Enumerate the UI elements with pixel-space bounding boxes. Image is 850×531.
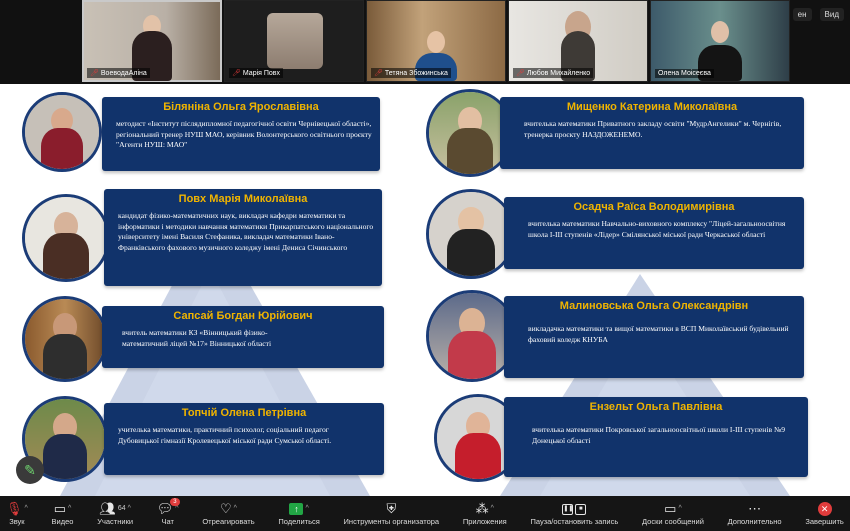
- speaker-photo: [22, 296, 108, 382]
- shared-screen-slide: Біляніна Ольга Ярославівна методист «Інс…: [0, 84, 850, 496]
- muted-mic-icon: 🎤︎: [232, 70, 241, 77]
- pause-icon[interactable]: ❚❚: [562, 503, 573, 515]
- heart-icon: ♡: [220, 501, 232, 516]
- participant-name: Олена Моісеєва: [655, 69, 714, 78]
- chevron-up-icon[interactable]: ^: [491, 501, 494, 517]
- more-button[interactable]: ⋯ Дополнительно: [728, 496, 782, 531]
- participant-tile[interactable]: Олена Моісеєва: [650, 0, 790, 82]
- pause-stop-recording-button[interactable]: ❚❚ ■ Пауза/остановить запись: [530, 496, 618, 531]
- speaker-photo: [426, 189, 516, 279]
- participants-icon: 👥︎: [99, 501, 116, 516]
- participant-gallery-strip: 🎤︎ ВоеводаАліна 🎤︎ Марія Повх 🎤︎ Тетяна Збо…: [0, 0, 850, 84]
- participant-tile[interactable]: 🎤︎ Любов Михайленко: [508, 0, 648, 82]
- view-option[interactable]: ен: [792, 8, 812, 21]
- video-camera-icon: ▭: [53, 501, 66, 516]
- chevron-up-icon[interactable]: ^: [128, 501, 131, 517]
- speaker-description: методист «Інститут післядипломної педаго…: [116, 119, 372, 149]
- participant-name: 🎤︎ Любов Михайленко: [513, 68, 594, 78]
- speaker-description: вчителька математики Покровської загальн…: [532, 425, 785, 445]
- speaker-card: Ензельт Ольга Павлівна вчителька математ…: [504, 397, 808, 477]
- speaker-card: Осадча Раїса Володимирівна вчителька мат…: [504, 197, 804, 269]
- speaker-card: Повх Марія Миколаївна кандидат фізико-ма…: [104, 189, 382, 286]
- share-screen-button[interactable]: ↑ ^ Поделиться: [278, 496, 320, 531]
- participant-name: 🎤︎ Марія Повх: [229, 68, 284, 78]
- shield-icon: ⛨: [386, 501, 397, 516]
- more-dots-icon: ⋯: [748, 501, 762, 516]
- whiteboards-button[interactable]: ▭ ^ Доски сообщений: [642, 496, 704, 531]
- annotate-pencil-icon[interactable]: ✎: [16, 456, 44, 484]
- audio-button[interactable]: 🎙︎ ^ Звук: [6, 496, 28, 531]
- speaker-name: Осадча Раїса Володимирівна: [573, 201, 735, 213]
- speaker-description: кандидат фізико-математичних наук, викла…: [118, 211, 374, 252]
- participants-count: 64: [117, 505, 126, 512]
- speaker-name: Топчій Олена Петрівна: [181, 407, 307, 419]
- end-meeting-button[interactable]: ✕ Завершить: [805, 496, 844, 531]
- chevron-up-icon[interactable]: ^: [25, 501, 28, 517]
- speaker-photo: [22, 92, 102, 172]
- speaker-name: Сапсай Богдан Юрійович: [173, 310, 313, 322]
- chevron-up-icon[interactable]: ^: [68, 501, 71, 517]
- participant-name: 🎤︎ Тетяна Збожинська: [371, 68, 451, 78]
- speaker-description: вчителька математики Приватного закладу …: [524, 119, 782, 139]
- speaker-name: Малиновська Ольга Олександрівн: [559, 300, 749, 312]
- react-button[interactable]: ♡ ^ Отреагировать: [202, 496, 254, 531]
- chevron-up-icon[interactable]: ^: [305, 501, 308, 517]
- chat-button[interactable]: 💬︎ ^ 3 Чат: [157, 496, 180, 531]
- meeting-toolbar: 🎙︎ ^ Звук ▭ ^ Видео 👥︎ 64 ^ Участники 💬︎ ^ 3 …: [0, 496, 850, 531]
- speaker-description: вчитель математики КЗ «Вінницький фізико…: [122, 328, 272, 348]
- speaker-description: викладачка математики та вищої математик…: [528, 324, 789, 344]
- speaker-description: учителька математики, практичний психоло…: [118, 425, 332, 445]
- muted-mic-icon: 🎤︎: [516, 70, 525, 77]
- chevron-up-icon[interactable]: ^: [234, 501, 237, 517]
- speaker-photo: [22, 194, 110, 282]
- close-icon: ✕: [817, 502, 832, 516]
- participant-tile[interactable]: 🎤︎ Марія Повх: [224, 0, 364, 82]
- participants-button[interactable]: 👥︎ 64 ^ Участники: [97, 496, 133, 531]
- participant-name: 🎤︎ ВоеводаАліна: [87, 68, 150, 78]
- share-screen-icon: ↑: [289, 503, 304, 515]
- zoom-meeting-window: 🎤︎ ВоеводаАліна 🎤︎ Марія Повх 🎤︎ Тетяна Збо…: [0, 0, 850, 531]
- participant-tile[interactable]: 🎤︎ ВоеводаАліна: [82, 0, 222, 82]
- speaker-description: вчителька математики Навчально-виховного…: [528, 219, 786, 239]
- speaker-name: Біляніна Ольга Ярославівна: [163, 101, 319, 113]
- whiteboard-icon: ▭: [664, 501, 677, 516]
- stop-icon[interactable]: ■: [575, 503, 587, 515]
- speaker-card: Мищенко Катерина Миколаївна вчителька ма…: [500, 97, 804, 169]
- speaker-card: Сапсай Богдан Юрійович вчитель математик…: [102, 306, 384, 368]
- apps-grid-icon: ⁂: [475, 501, 489, 516]
- host-tools-button[interactable]: ⛨ Инструменты организатора: [344, 496, 440, 531]
- video-button[interactable]: ▭ ^ Видео: [52, 496, 74, 531]
- speaker-card: Біляніна Ольга Ярославівна методист «Інс…: [102, 97, 380, 171]
- muted-mic-icon: 🎙︎: [6, 501, 23, 516]
- apps-button[interactable]: ⁂ ^ Приложения: [463, 496, 507, 531]
- view-button[interactable]: Вид: [819, 8, 844, 21]
- chevron-up-icon[interactable]: ^: [678, 501, 681, 517]
- chat-unread-badge: 3: [170, 498, 180, 506]
- speaker-name: Ензельт Ольга Павлівна: [589, 401, 723, 413]
- participant-tile[interactable]: 🎤︎ Тетяна Збожинська: [366, 0, 506, 82]
- muted-mic-icon: 🎤︎: [90, 70, 99, 77]
- speaker-name: Мищенко Катерина Миколаївна: [566, 101, 738, 113]
- video-gallery: 🎤︎ ВоеводаАліна 🎤︎ Марія Повх 🎤︎ Тетяна Збо…: [82, 0, 792, 82]
- speaker-card: Топчій Олена Петрівна учителька математи…: [104, 403, 384, 475]
- avatar: [267, 13, 323, 69]
- speaker-card: Малиновська Ольга Олександрівн викладачк…: [504, 296, 804, 378]
- muted-mic-icon: 🎤︎: [374, 70, 383, 77]
- speaker-name: Повх Марія Миколаївна: [178, 193, 308, 205]
- view-controls: ен Вид: [792, 8, 844, 21]
